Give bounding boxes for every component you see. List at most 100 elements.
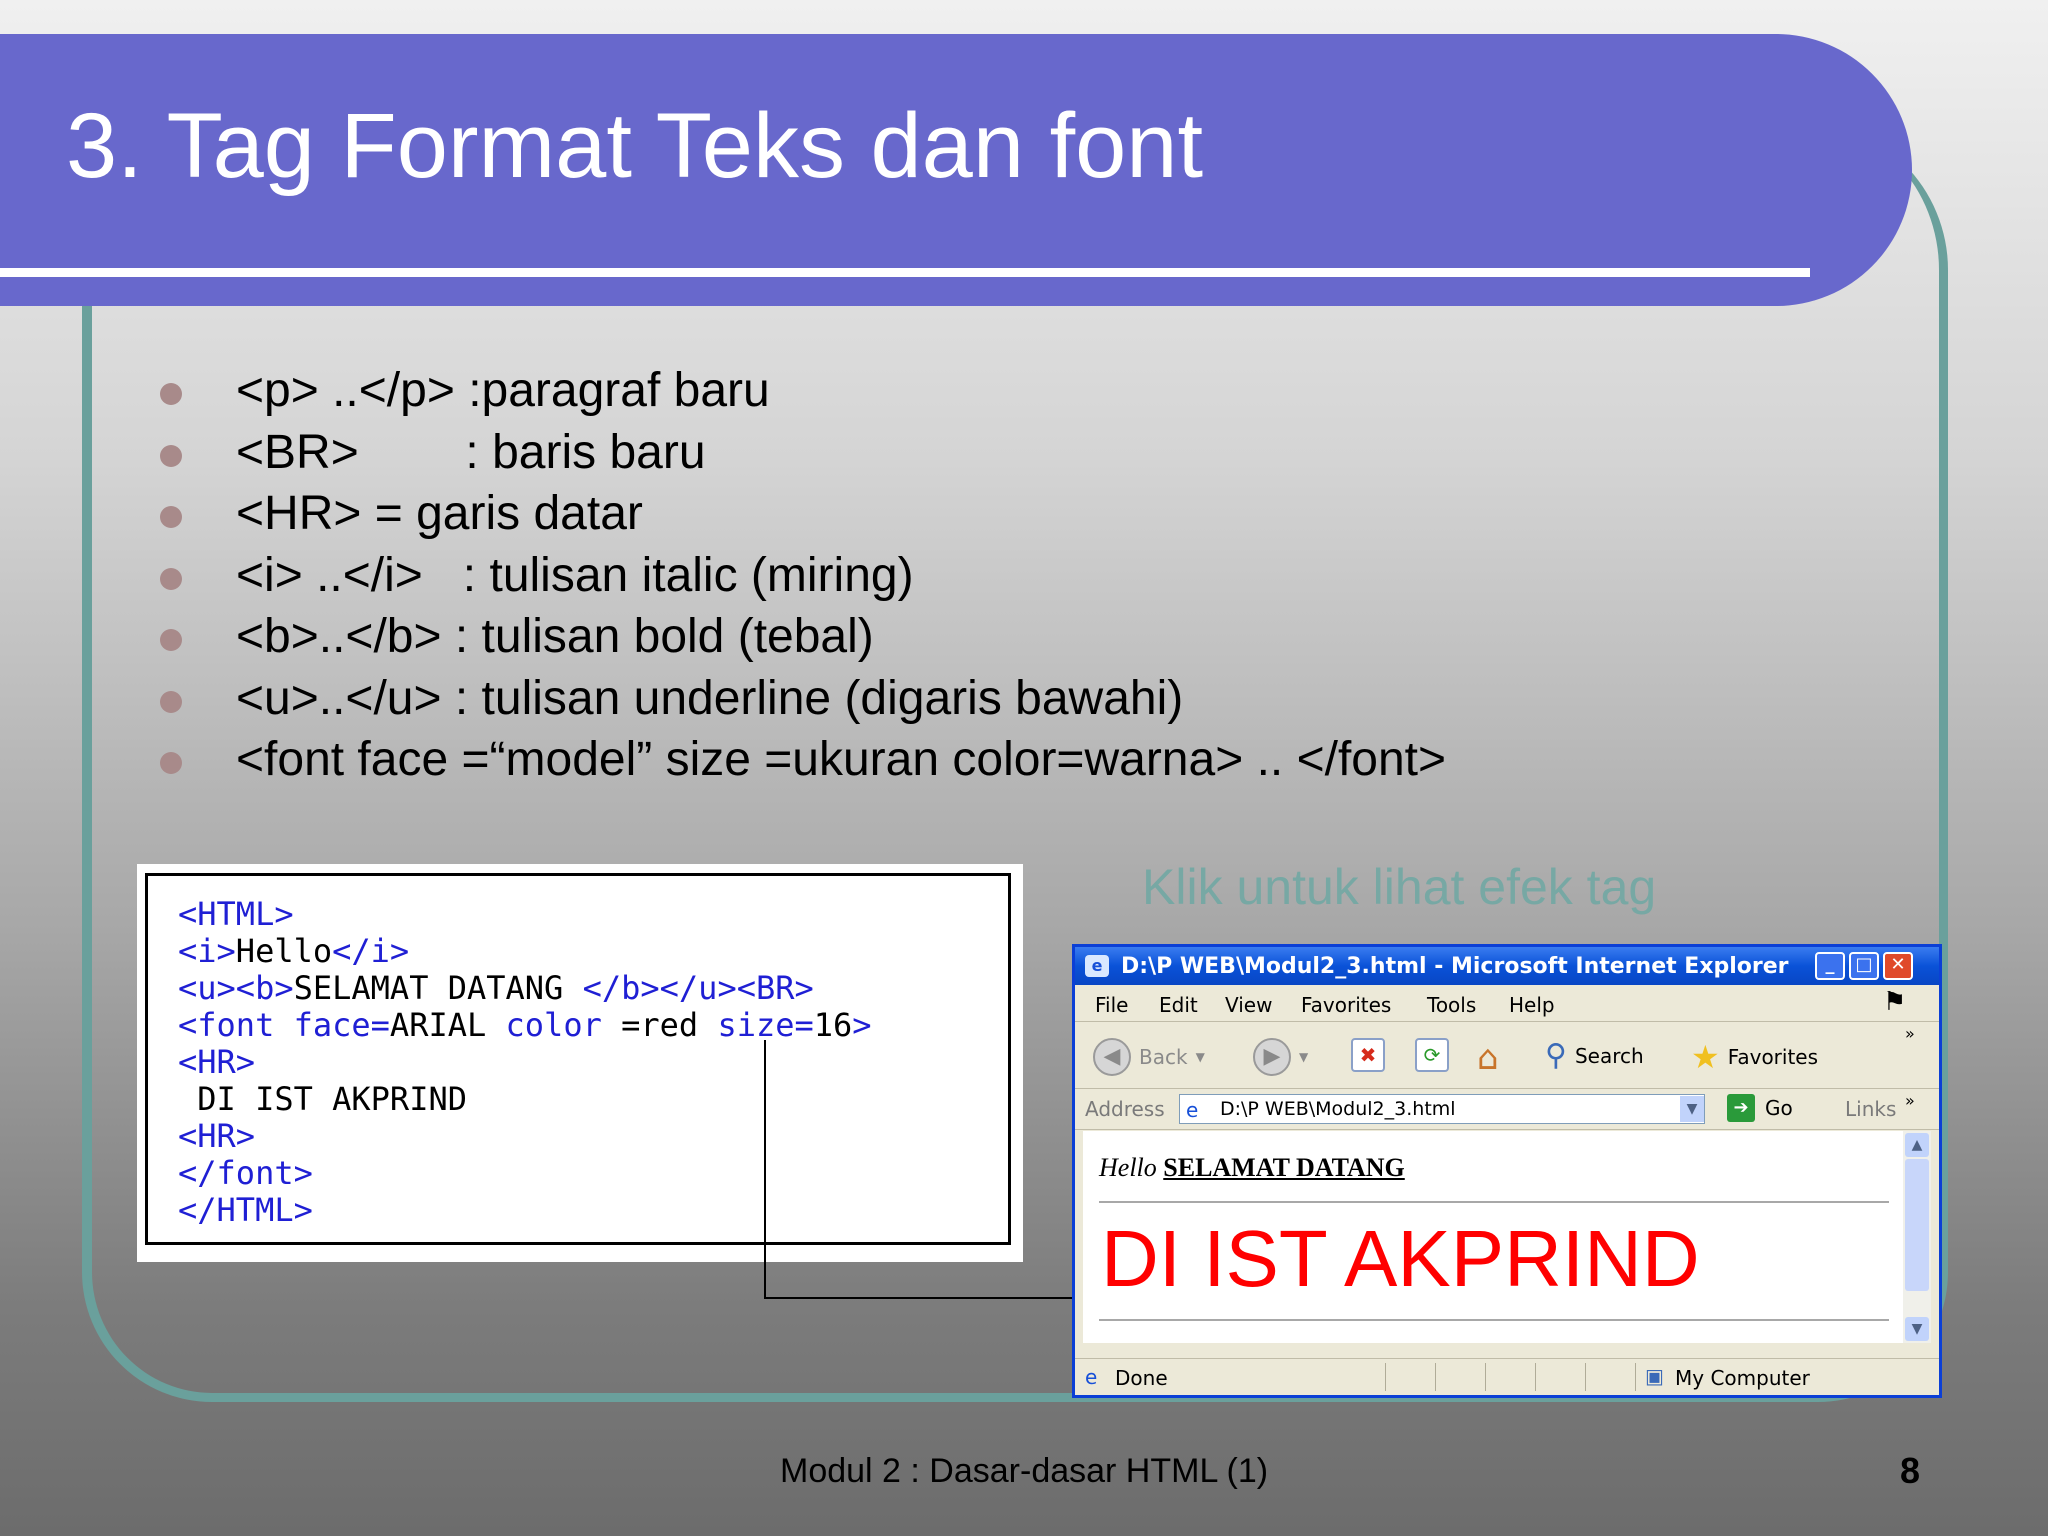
star-icon: ★ [1691, 1038, 1720, 1076]
address-input[interactable]: e D:\P WEB\Modul2_3.html ▼ [1179, 1094, 1705, 1124]
back-arrow-icon: ◀ [1093, 1038, 1131, 1076]
menu-favorites[interactable]: Favorites [1301, 993, 1391, 1017]
code-token: size= [717, 1006, 814, 1044]
code-line-8: </font> [178, 1154, 313, 1192]
search-button[interactable]: ⚲ Search [1545, 1038, 1644, 1073]
favorites-button[interactable]: ★ Favorites [1691, 1038, 1818, 1076]
status-divider [1385, 1363, 1386, 1391]
vertical-scrollbar[interactable]: ▲ ▼ [1903, 1131, 1931, 1343]
bullet-icon [160, 444, 182, 467]
code-example-border: <HTML> <i>Hello</i> <u><b>SELAMAT DATANG… [145, 873, 1011, 1245]
code-token: </b></u><BR> [582, 969, 814, 1007]
menu-edit[interactable]: Edit [1159, 993, 1198, 1017]
home-icon: ⌂ [1477, 1038, 1499, 1078]
stop-button[interactable]: ✖ [1351, 1038, 1385, 1072]
status-page-icon: e [1085, 1365, 1098, 1389]
forward-arrow-icon: ▶ [1253, 1038, 1291, 1076]
bullet-icon [160, 383, 182, 405]
maximize-button[interactable]: □ [1849, 952, 1879, 980]
chevron-more-icon[interactable]: » [1905, 1091, 1915, 1110]
title-underline [0, 268, 1810, 277]
chevron-down-icon[interactable]: ▼ [1680, 1096, 1704, 1122]
page-number: 8 [1900, 1450, 1921, 1491]
bullet-icon [160, 567, 182, 590]
bullet-item: <b>..</b> : tulisan bold (tebal) [160, 606, 1446, 668]
zone-text: My Computer [1675, 1366, 1810, 1390]
close-button[interactable]: ✕ [1883, 952, 1913, 980]
ie-logo-icon: e [1085, 955, 1109, 977]
bullet-icon [160, 690, 182, 713]
browser-title: D:\P WEB\Modul2_3.html - Microsoft Inter… [1121, 954, 1789, 979]
status-text: Done [1115, 1366, 1168, 1390]
code-token: <font face= [178, 1006, 390, 1044]
status-divider [1485, 1363, 1486, 1391]
search-icon: ⚲ [1545, 1038, 1567, 1073]
address-label: Address [1085, 1097, 1165, 1121]
dropdown-icon: ▼ [1299, 1050, 1309, 1064]
back-button[interactable]: ◀ Back ▼ [1093, 1038, 1205, 1076]
menu-bar: File Edit View Favorites Tools Help ⚑ [1075, 985, 1939, 1022]
click-hint-link[interactable]: Klik untuk lihat efek tag [1142, 858, 1656, 916]
code-example-box: <HTML> <i>Hello</i> <u><b>SELAMAT DATANG… [137, 864, 1023, 1262]
arrow-connector [764, 1297, 1096, 1299]
status-bar: e Done ▣ My Computer [1075, 1358, 1939, 1395]
code-line-1: <HTML> [178, 895, 294, 933]
home-button[interactable]: ⌂ [1477, 1038, 1499, 1078]
horizontal-rule [1099, 1319, 1889, 1321]
code-token: color [486, 1006, 622, 1044]
stop-icon: ✖ [1351, 1038, 1385, 1072]
computer-icon: ▣ [1645, 1364, 1664, 1388]
forward-button[interactable]: ▶ ▼ [1253, 1038, 1308, 1076]
menu-file[interactable]: File [1095, 993, 1128, 1017]
status-divider [1535, 1363, 1536, 1391]
browser-toolbar: ◀ Back ▼ ▶ ▼ ✖ ⟳ ⌂ ⚲ Search ★ Favorites … [1075, 1022, 1939, 1089]
scroll-down-icon[interactable]: ▼ [1905, 1317, 1929, 1341]
minimize-button[interactable]: _ [1815, 952, 1845, 980]
bullet-icon [160, 629, 182, 651]
refresh-icon: ⟳ [1415, 1038, 1449, 1072]
refresh-button[interactable]: ⟳ [1415, 1038, 1449, 1072]
bullet-item: <BR> : baris baru [160, 422, 1446, 484]
slide-title: 3. Tag Format Teks dan font [66, 95, 1204, 197]
bullet-item: <i> ..</i> : tulisan italic (miring) [160, 545, 1446, 607]
code-line-5: <HR> [178, 1043, 256, 1081]
code-line-9: </HTML> [178, 1191, 313, 1229]
code-token: <u><b> [178, 969, 294, 1007]
address-bar: Address e D:\P WEB\Modul2_3.html ▼ ➔ Go … [1075, 1089, 1939, 1130]
menu-tools[interactable]: Tools [1427, 993, 1476, 1017]
rendered-heading: Hello SELAMAT DATANG [1099, 1153, 1405, 1182]
slide-footer: Modul 2 : Dasar-dasar HTML (1) [780, 1452, 1269, 1490]
windows-flag-icon: ⚑ [1883, 987, 1907, 1017]
bullet-item: <p> ..</p> :paragraf baru [160, 360, 1446, 422]
code-line-7: <HR> [178, 1117, 256, 1155]
code-token: =red [621, 1006, 718, 1044]
status-divider [1635, 1363, 1636, 1391]
dropdown-icon: ▼ [1195, 1050, 1205, 1064]
status-divider [1585, 1363, 1586, 1391]
menu-view[interactable]: View [1225, 993, 1272, 1017]
code-listing: <HTML> <i>Hello</i> <u><b>SELAMAT DATANG… [178, 896, 872, 1229]
page-content: Hello SELAMAT DATANG DI IST AKPRIND [1083, 1131, 1903, 1343]
bullet-icon [160, 506, 182, 528]
arrow-connector [764, 1040, 766, 1298]
scroll-up-icon[interactable]: ▲ [1905, 1133, 1929, 1157]
scroll-thumb[interactable] [1905, 1159, 1929, 1291]
code-line-6: DI IST AKPRIND [178, 1080, 467, 1118]
menu-help[interactable]: Help [1509, 993, 1555, 1017]
page-icon: e [1186, 1098, 1199, 1122]
code-token: 16 [813, 1006, 853, 1044]
bullet-item: <u>..</u> : tulisan underline (digaris b… [160, 668, 1446, 730]
code-token: > [852, 1006, 872, 1044]
horizontal-rule [1099, 1201, 1889, 1203]
code-token: <i> [178, 932, 236, 970]
browser-titlebar: e D:\P WEB\Modul2_3.html - Microsoft Int… [1075, 947, 1939, 985]
bullet-item: <font face =“model” size =ukuran color=w… [160, 729, 1446, 791]
links-button[interactable]: Links [1845, 1097, 1896, 1121]
chevron-more-icon[interactable]: » [1905, 1024, 1915, 1043]
rendered-red-text: DI IST AKPRIND [1101, 1214, 1700, 1303]
status-divider [1435, 1363, 1436, 1391]
bullet-list: <p> ..</p> :paragraf baru <BR> : baris b… [160, 360, 1446, 791]
go-button[interactable]: ➔ Go [1727, 1094, 1793, 1122]
browser-window: e D:\P WEB\Modul2_3.html - Microsoft Int… [1072, 944, 1942, 1398]
code-token: ARIAL [389, 1006, 487, 1044]
